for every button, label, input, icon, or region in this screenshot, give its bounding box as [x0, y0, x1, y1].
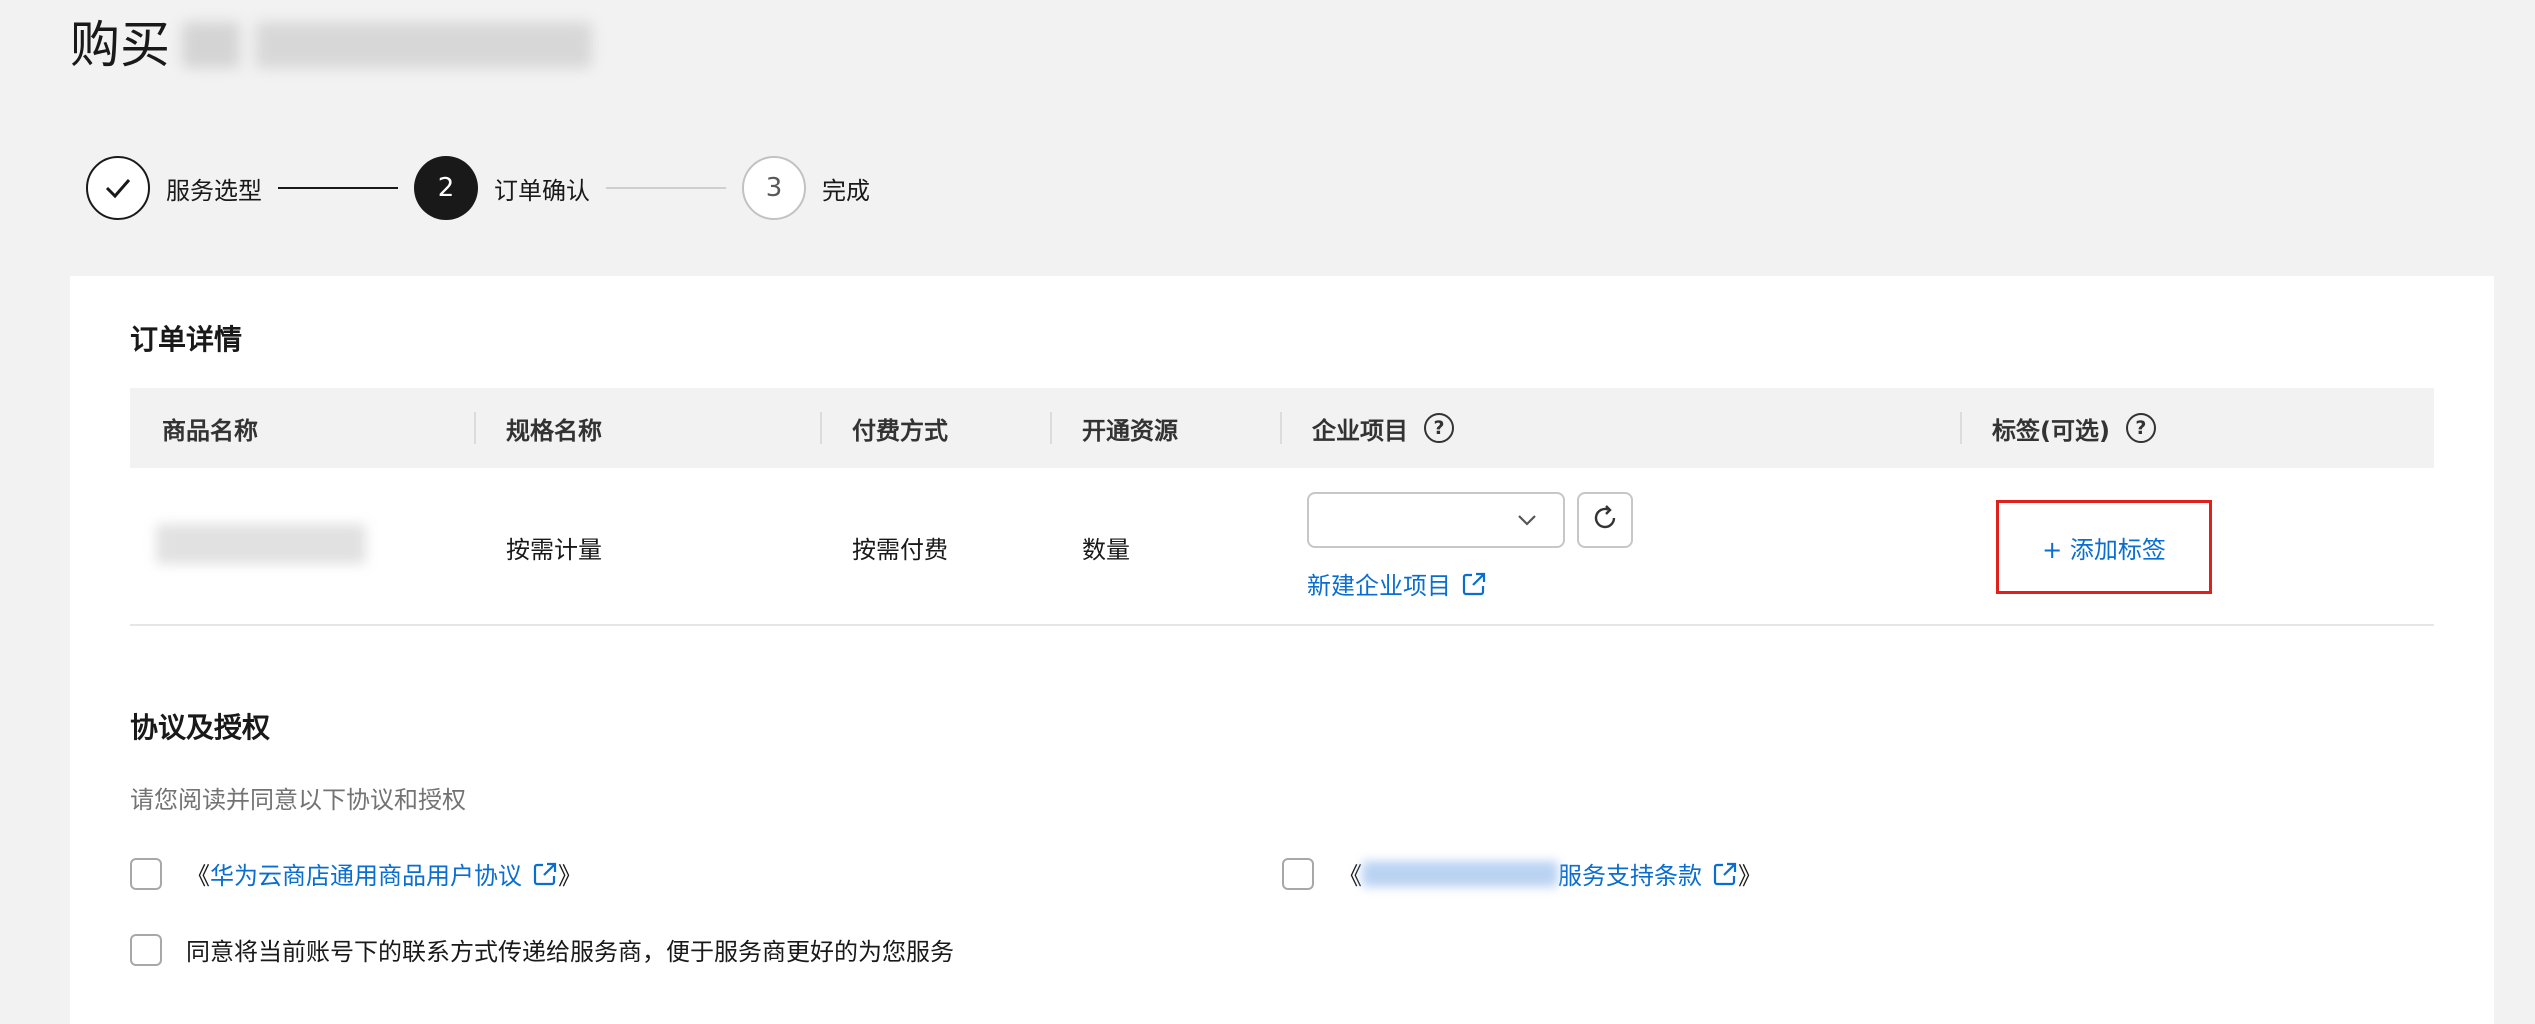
- step-service-selection: 服务选型: [86, 156, 262, 220]
- add-tag-link[interactable]: + 添加标签: [2042, 530, 2166, 565]
- order-table-header: 商品名称 规格名称 付费方式 开通资源 企业项目 ? 标签(可选) ?: [130, 388, 2434, 468]
- refresh-button[interactable]: [1577, 492, 1633, 548]
- column-header: 付费方式: [852, 416, 948, 445]
- step-number: 3: [742, 156, 806, 220]
- provider-name-redacted: [1362, 860, 1558, 887]
- step-complete: 3 完成: [742, 156, 870, 220]
- agreement-item-user-agreement: 《 华为云商店通用商品用户协议 》: [130, 856, 582, 891]
- agreement-title: 协议及授权: [130, 711, 271, 744]
- chevron-down-icon: [1515, 508, 1539, 536]
- new-enterprise-project-link[interactable]: 新建企业项目: [1307, 566, 1487, 601]
- resource-cell: 数量: [1082, 536, 1130, 564]
- user-agreement-link[interactable]: 华为云商店通用商品用户协议: [210, 856, 522, 891]
- column-divider: [820, 412, 822, 444]
- step-number: 2: [414, 156, 478, 220]
- help-icon[interactable]: ?: [1424, 413, 1454, 443]
- bracket-close: 》: [558, 862, 582, 890]
- billing-cell: 按需付费: [852, 536, 948, 564]
- spec-cell: 按需计量: [506, 536, 602, 564]
- step-label: 服务选型: [166, 176, 262, 205]
- help-icon[interactable]: ?: [2125, 413, 2156, 443]
- check-icon: [86, 156, 150, 220]
- step-connector: [278, 187, 398, 189]
- step-label: 订单确认: [494, 176, 590, 205]
- checkout-steps: 服务选型 2 订单确认 3 完成: [86, 156, 870, 220]
- enterprise-project-select[interactable]: [1307, 492, 1565, 548]
- page-title-text: 购买: [70, 16, 170, 74]
- product-name-redacted: [156, 524, 366, 564]
- column-header: 标签(可选): [1992, 416, 2110, 445]
- step-order-confirm: 2 订单确认: [414, 156, 590, 220]
- agreement-checkbox[interactable]: [130, 933, 162, 966]
- agreement-item-contact-consent: 同意将当前账号下的联系方式传递给服务商，便于服务商更好的为您服务: [130, 932, 954, 967]
- step-connector: [606, 187, 726, 189]
- step-label: 完成: [822, 176, 870, 205]
- new-project-label: 新建企业项目: [1307, 572, 1451, 600]
- order-details-title: 订单详情: [130, 323, 243, 356]
- enterprise-project-header: 企业项目 ?: [1312, 388, 1454, 468]
- service-terms-link[interactable]: 服务支持条款: [1558, 856, 1702, 891]
- page-title: 购买: [70, 14, 592, 76]
- external-link-icon[interactable]: [1712, 861, 1738, 887]
- agreement-item-service-terms: 《 服务支持条款 》: [1282, 856, 1762, 891]
- column-divider: [474, 412, 476, 444]
- tags-header: 标签(可选) ?: [1992, 388, 2156, 468]
- agreement-checkbox[interactable]: [1282, 857, 1314, 890]
- agreement-checkbox[interactable]: [130, 857, 162, 890]
- refresh-icon: [1589, 502, 1621, 538]
- contact-consent-text: 同意将当前账号下的联系方式传递给服务商，便于服务商更好的为您服务: [186, 938, 954, 966]
- column-header: 商品名称: [162, 416, 258, 445]
- table-row: 按需计量 按需付费 数量 新建企业项目 + 添加标签: [130, 468, 2434, 626]
- order-card: 订单详情 商品名称 规格名称 付费方式 开通资源 企业项目 ? 标签(可选) ?…: [70, 276, 2494, 1024]
- agreement-hint: 请您阅读并同意以下协议和授权: [130, 786, 466, 814]
- external-link-icon[interactable]: [532, 861, 558, 887]
- add-tag-highlight: + 添加标签: [1996, 500, 2212, 594]
- product-name-redacted: [182, 22, 592, 68]
- column-divider: [1050, 412, 1052, 444]
- column-header: 规格名称: [506, 416, 602, 445]
- bracket-open: 《: [186, 862, 210, 890]
- bracket-close: 》: [1738, 862, 1762, 890]
- external-link-icon: [1461, 571, 1487, 597]
- bracket-open: 《: [1338, 862, 1362, 890]
- column-header: 企业项目: [1312, 416, 1408, 445]
- column-header: 开通资源: [1082, 416, 1178, 445]
- column-divider: [1960, 412, 1962, 444]
- column-divider: [1280, 412, 1282, 444]
